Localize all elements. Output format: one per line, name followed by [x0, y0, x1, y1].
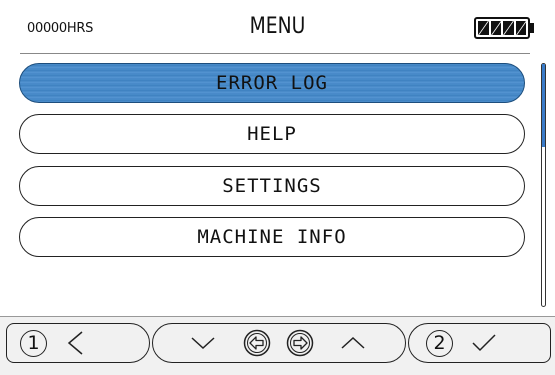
menu-item-label: ERROR LOG: [216, 72, 328, 94]
battery-cell: [503, 21, 514, 35]
up-button[interactable]: [340, 323, 366, 363]
right-arrow-circle-icon: [286, 329, 314, 357]
left-arrow-button[interactable]: [243, 323, 271, 363]
menu-item-settings[interactable]: SETTINGS: [19, 166, 525, 206]
down-button[interactable]: [190, 323, 216, 363]
menu-item-machine-info[interactable]: MACHINE INFO: [19, 217, 525, 257]
button-1[interactable]: 1: [20, 323, 47, 363]
button-2-number: 2: [426, 329, 453, 357]
menu-item-label: MACHINE INFO: [197, 226, 347, 248]
battery-cell: [490, 21, 501, 35]
menu-screen: 00000HRS MENU ERROR LOG HELP SETTINGS MA…: [0, 0, 555, 375]
menu-item-error-log[interactable]: ERROR LOG: [19, 63, 525, 103]
up-chevron-icon: [341, 336, 365, 349]
back-chevron-icon: [67, 331, 83, 355]
menu-item-label: HELP: [247, 123, 297, 145]
left-arrow-circle-icon: [243, 329, 271, 357]
confirm-button[interactable]: [470, 323, 498, 363]
down-chevron-icon: [191, 337, 215, 350]
battery-icon: [474, 17, 530, 39]
button-2[interactable]: 2: [426, 323, 453, 363]
menu-item-help[interactable]: HELP: [19, 114, 525, 154]
battery-cell: [478, 21, 489, 35]
back-button[interactable]: [64, 323, 88, 363]
scrollbar[interactable]: [541, 63, 546, 307]
button-1-number: 1: [20, 329, 47, 357]
scroll-thumb[interactable]: [542, 64, 545, 147]
checkmark-icon: [472, 334, 496, 352]
menu-item-label: SETTINGS: [222, 175, 322, 197]
page-title: MENU: [249, 14, 306, 39]
battery-cell: [515, 21, 526, 35]
right-arrow-button[interactable]: [286, 323, 314, 363]
battery-tip: [530, 23, 534, 33]
header-divider: [20, 53, 530, 54]
